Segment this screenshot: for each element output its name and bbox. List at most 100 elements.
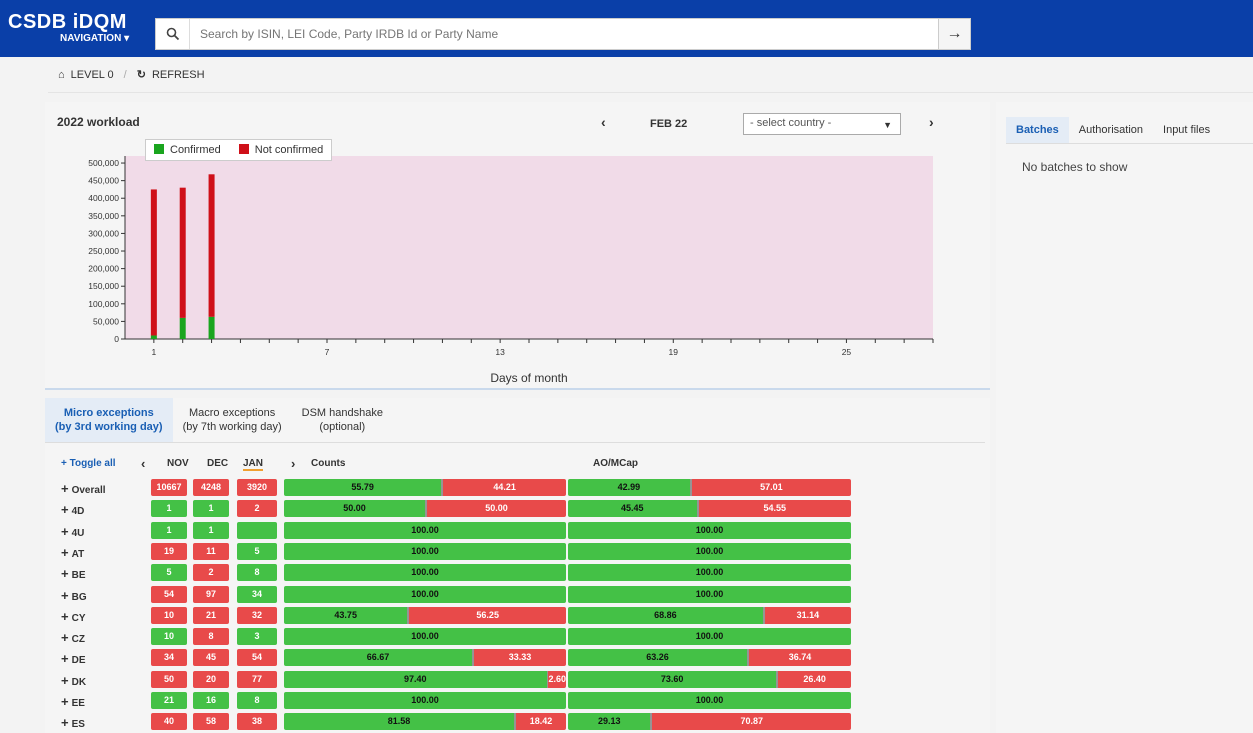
month-count-cell[interactable]: 10 — [151, 628, 187, 646]
tab-input-files[interactable]: Input files — [1153, 117, 1220, 143]
tab-micro-line1: Micro exceptions — [63, 407, 154, 419]
counts-bar-separator — [514, 713, 517, 731]
tab-batches[interactable]: Batches — [1006, 117, 1069, 143]
legend-item-not-confirmed[interactable]: Not confirmed — [238, 144, 323, 156]
month-count-cell[interactable]: 97 — [193, 585, 229, 603]
month-count-cell[interactable]: 38 — [237, 713, 277, 731]
search-icon[interactable] — [156, 19, 190, 49]
month-count-cell[interactable]: 54 — [237, 649, 277, 667]
month-count-cell[interactable]: 19 — [151, 542, 187, 560]
legend-item-confirmed[interactable]: Confirmed — [154, 144, 221, 156]
month-count-cell[interactable]: 45 — [193, 649, 229, 667]
aomcap-bar-positive: 100.00 — [568, 542, 851, 560]
breadcrumb-level[interactable]: LEVEL 0 — [71, 69, 114, 81]
month-count-cell[interactable]: 5 — [237, 542, 277, 560]
row-expand-bg[interactable]: + BG — [61, 588, 87, 603]
empty-message: No batches to show — [1022, 160, 1128, 174]
month-count-cell[interactable]: 21 — [193, 606, 229, 624]
month-count-cell[interactable]: 4248 — [193, 479, 229, 496]
tab-authorisation[interactable]: Authorisation — [1069, 117, 1153, 143]
tab-macro-exceptions[interactable]: Macro exceptions (by 7th working day) — [173, 398, 292, 442]
month-count-cell[interactable]: 16 — [193, 692, 229, 709]
row-expand-es[interactable]: + ES — [61, 715, 85, 730]
brand-logo[interactable]: CSDB iDQM NAVIGATION ▾ — [8, 11, 129, 44]
counts-bar: 81.58 18.42 — [284, 713, 566, 731]
row-expand-be[interactable]: + BE — [61, 566, 86, 581]
month-count-cell[interactable]: 1 — [193, 500, 229, 518]
aomcap-bar-positive: 42.99 — [568, 479, 690, 496]
row-expand-cy[interactable]: + CY — [61, 609, 86, 624]
month-count-cell[interactable]: 20 — [193, 670, 229, 688]
row-expand-dk[interactable]: + DK — [61, 673, 86, 688]
counts-bar-positive: 100.00 — [284, 585, 566, 603]
aomcap-bar: 100.00 — [568, 585, 851, 603]
month-count-cell[interactable]: 40 — [151, 713, 187, 731]
month-count-cell[interactable]: 54 — [151, 585, 187, 603]
aomcap-bar-negative: 31.14 — [764, 606, 851, 624]
month-count-cell[interactable]: 8 — [237, 564, 277, 582]
chart-legend: Confirmed Not confirmed — [145, 139, 333, 161]
search-submit-arrow-icon[interactable]: → — [938, 19, 970, 49]
month-count-cell[interactable]: 3920 — [237, 479, 277, 496]
row-label: AT — [71, 548, 85, 560]
aomcap-bar: 100.00 — [568, 521, 851, 539]
counts-bar-positive: 100.00 — [284, 692, 566, 709]
row-expand-4u[interactable]: +4U — [61, 524, 84, 539]
month-count-cell[interactable]: 32 — [237, 606, 277, 624]
aomcap-bar-separator — [762, 606, 765, 624]
month-count-cell[interactable]: 5 — [151, 564, 187, 582]
counts-bar-positive: 66.67 — [284, 649, 472, 667]
month-count-cell[interactable]: 10 — [151, 606, 187, 624]
counts-bar: 43.75 56.25 — [284, 606, 566, 624]
aomcap-bar: 63.26 36.74 — [568, 649, 851, 667]
refresh-link[interactable]: REFRESH — [152, 69, 205, 81]
month-count-cell[interactable]: 2 — [193, 564, 229, 582]
aomcap-bar-positive: 100.00 — [568, 521, 851, 539]
row-expand-overall[interactable]: + Overall — [61, 481, 106, 496]
month-count-cell[interactable]: 50 — [151, 670, 187, 688]
row-expand-ee[interactable]: + EE — [61, 694, 85, 709]
month-count-cell[interactable]: 1 — [151, 500, 187, 518]
toggle-all-button[interactable]: + Toggle all — [61, 458, 116, 469]
refresh-icon[interactable]: ↻ — [137, 68, 146, 81]
month-count-cell[interactable]: 8 — [193, 628, 229, 646]
month-count-cell[interactable]: 21 — [151, 692, 187, 709]
month-count-cell[interactable]: 34 — [151, 649, 187, 667]
prev-months-chevron-icon[interactable]: ‹ — [141, 456, 145, 471]
counts-bar-separator — [407, 606, 410, 624]
next-months-chevron-icon[interactable]: › — [291, 456, 295, 471]
bar-confirmed — [150, 335, 157, 339]
row-expand-de[interactable]: + DE — [61, 651, 86, 666]
row-expand-cz[interactable]: + CZ — [61, 630, 85, 645]
search-input[interactable] — [190, 20, 938, 48]
tab-dsm-line2: (optional) — [319, 421, 366, 433]
counts-bar-negative: 33.33 — [474, 649, 566, 667]
row-label: 4U — [71, 527, 85, 539]
month-count-cell[interactable]: 3 — [237, 628, 277, 646]
month-count-cell[interactable]: 34 — [237, 585, 277, 603]
month-count-cell[interactable]: 1 — [193, 521, 229, 539]
aomcap-bar-positive: 100.00 — [568, 564, 851, 582]
row-label: ES — [71, 719, 85, 731]
navigation-menu-button[interactable]: NAVIGATION ▾ — [60, 33, 129, 44]
counts-bar-positive: 100.00 — [284, 628, 566, 646]
aomcap-header: AO/MCap — [593, 458, 638, 469]
month-count-cell[interactable] — [237, 521, 277, 539]
aomcap-bar: 42.99 57.01 — [568, 479, 851, 496]
y-tick-label: 250,000 — [88, 246, 119, 256]
month-count-cell[interactable]: 10667 — [151, 479, 187, 496]
month-count-cell[interactable]: 58 — [193, 713, 229, 731]
y-tick-label: 150,000 — [88, 281, 119, 291]
row-expand-4d[interactable]: +4D — [61, 502, 84, 517]
tab-micro-exceptions[interactable]: Micro exceptions (by 3rd working day) — [45, 398, 173, 442]
month-count-cell[interactable]: 11 — [193, 542, 229, 560]
month-header-jan[interactable]: JAN — [243, 458, 264, 471]
x-tick-label: 1 — [151, 347, 156, 357]
row-expand-at[interactable]: + AT — [61, 545, 84, 560]
tab-dsm-handshake[interactable]: DSM handshake (optional) — [292, 398, 393, 442]
month-count-cell[interactable]: 8 — [237, 692, 277, 709]
row-label: BG — [71, 591, 87, 603]
month-count-cell[interactable]: 2 — [237, 500, 277, 518]
month-count-cell[interactable]: 1 — [151, 521, 187, 539]
month-count-cell[interactable]: 77 — [237, 670, 277, 688]
